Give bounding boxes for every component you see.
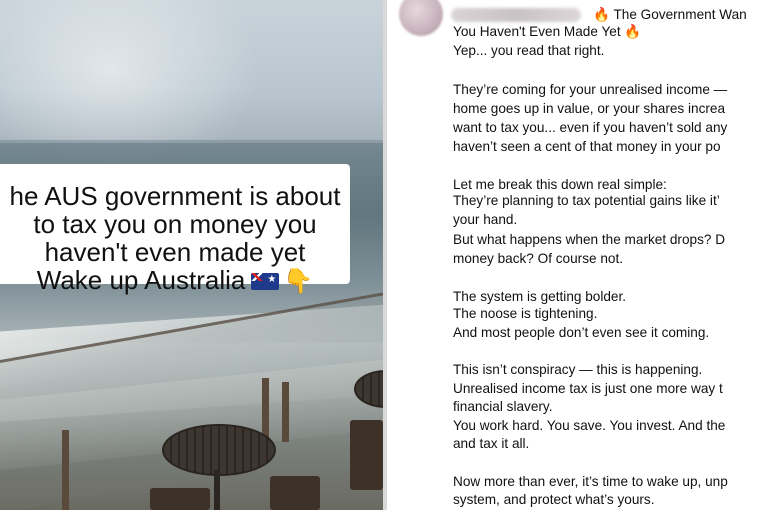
caption-line-4: Wake up Australia 👇 — [0, 265, 350, 297]
avatar[interactable] — [399, 0, 443, 36]
post-body-line: system, and protect what’s yours. — [453, 492, 655, 507]
post-body-line: They’re coming for your unrealised incom… — [453, 82, 728, 97]
post-body-line: Yep... you read that right. — [453, 43, 605, 58]
backhand-index-pointing-down-icon: 👇 — [283, 268, 314, 295]
post-title-line-2: You Haven't Even Made Yet — [453, 24, 621, 39]
post-body-line: Now more than ever, it’s time to wake up… — [453, 474, 728, 489]
post-body-line: home goes up in value, or your shares in… — [453, 101, 726, 116]
post-header-line-1: 🔥 The Government Wan — [593, 7, 747, 23]
post-body-line: They’re planning to tax potential gains … — [453, 193, 720, 208]
post-body-line: your hand. — [453, 212, 518, 227]
post-body-line: But what happens when the market drops? … — [453, 232, 726, 247]
fire-icon: 🔥 — [593, 7, 610, 22]
cafe-chair — [150, 488, 210, 510]
post-body-line: financial slavery. — [453, 399, 553, 414]
railing-post — [62, 430, 69, 510]
post-body-line: Let me break this down real simple: — [453, 177, 667, 192]
post-title-part: The Government Wan — [613, 7, 747, 22]
post-body-line: This isn’t conspiracy — this is happenin… — [453, 362, 703, 377]
australia-flag-icon — [251, 273, 280, 290]
post-body-line: and tax it all. — [453, 436, 530, 451]
fire-icon: 🔥 — [624, 24, 642, 39]
post-body-line: The noose is tightening. — [453, 306, 598, 321]
post-body-line: Unrealised income tax is just one more w… — [453, 381, 723, 396]
caption-line: haven't even made yet — [44, 237, 306, 267]
table-leg — [214, 470, 220, 510]
facebook-post: 🔥 The Government Wan You Haven't Even Ma… — [387, 0, 765, 510]
post-body-line: money back? Of course not. — [453, 251, 624, 266]
post-body-line: The system is getting bolder. — [453, 289, 627, 304]
cafe-table — [162, 424, 276, 476]
caption-line-text: Wake up Australia — [36, 265, 246, 295]
post-body-line: want to tax you... even if you haven’t s… — [453, 120, 728, 135]
caption-box: he AUS government is about to tax you on… — [0, 164, 350, 295]
railing-post — [282, 382, 289, 442]
blurred-author-name[interactable] — [451, 8, 581, 22]
post-header-line-2: You Haven't Even Made Yet 🔥 — [453, 24, 641, 40]
caption-line: to tax you on money you — [33, 209, 317, 239]
caption-line: he AUS government is about — [9, 181, 341, 211]
post-body-line: haven’t seen a cent of that money in you… — [453, 139, 721, 154]
cafe-chair — [270, 476, 320, 510]
cafe-chair — [350, 420, 383, 490]
background-photo: he AUS government is about to tax you on… — [0, 0, 383, 510]
post-body-line: You work hard. You save. You invest. And… — [453, 418, 726, 433]
post-body-line: And most people don’t even see it coming… — [453, 325, 710, 340]
